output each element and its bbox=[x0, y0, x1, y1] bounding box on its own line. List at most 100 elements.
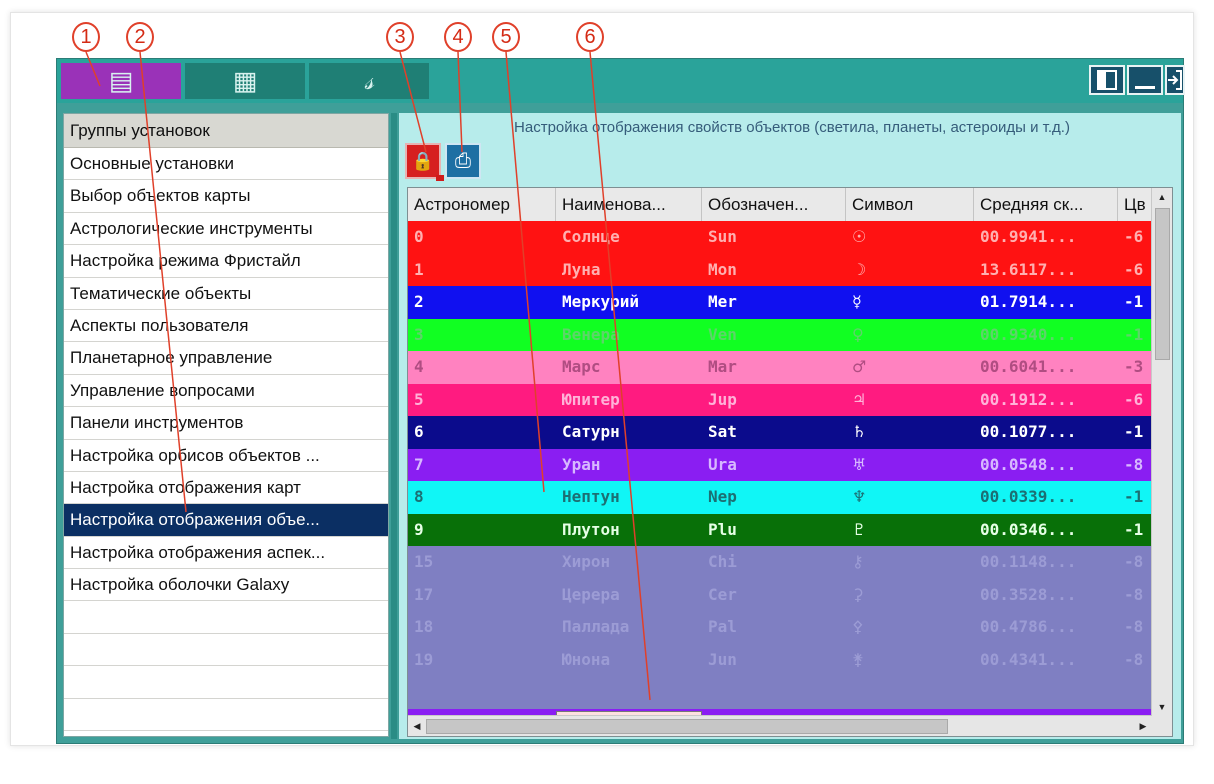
settings-group-item[interactable]: Панели инструментов bbox=[64, 407, 388, 440]
column-header[interactable]: Цв bbox=[1118, 188, 1152, 221]
table-row[interactable]: 0 Солнце Sun ☉ 00.9941... -6 bbox=[408, 221, 1152, 254]
settings-group-item[interactable]: Астрологические инструменты bbox=[64, 213, 388, 246]
table-cell: ♆ bbox=[852, 487, 867, 506]
panel-layout-button[interactable] bbox=[1089, 65, 1125, 95]
callout-1: 1 bbox=[72, 22, 100, 52]
table-cell: Plu bbox=[708, 519, 737, 539]
table-row[interactable]: 3 Венера Ven ♀ 00.9340... -1 bbox=[408, 318, 1152, 351]
lock-button[interactable]: 🔒 bbox=[405, 143, 444, 181]
column-header[interactable]: Астрономер bbox=[408, 188, 556, 221]
table-cell: ⚷ bbox=[852, 552, 864, 571]
table-cell: Jup bbox=[708, 389, 737, 409]
table-row[interactable]: 1 Луна Mon ☽ 13.6117... -6 bbox=[408, 253, 1152, 286]
scroll-right-icon[interactable]: ▶ bbox=[1134, 716, 1152, 736]
table-cell: -8 bbox=[1124, 552, 1144, 571]
save-icon: ⎙ bbox=[455, 150, 471, 172]
scroll-left-icon[interactable]: ◀ bbox=[408, 716, 426, 736]
tab-settings-groups[interactable]: ▤ bbox=[61, 63, 181, 99]
horizontal-scrollbar[interactable]: ◀ ▶ bbox=[408, 715, 1152, 736]
settings-group-item[interactable]: Основные установки bbox=[64, 148, 388, 181]
table-cell: -6 bbox=[1124, 259, 1144, 279]
table-row[interactable]: 2 Меркурий Mer ☿ 01.7914... -1 bbox=[408, 286, 1152, 319]
table-cell: Хирон bbox=[562, 552, 611, 571]
table-cell: Меркурий bbox=[562, 292, 640, 311]
table-cell: -1 bbox=[1124, 487, 1144, 506]
table-cell: -1 bbox=[1124, 422, 1144, 441]
column-header[interactable]: Средняя ск... bbox=[974, 188, 1118, 221]
table-cell: ♇ bbox=[852, 519, 867, 539]
settings-group-item[interactable]: Настройка режима Фристайл bbox=[64, 245, 388, 278]
table-row[interactable]: 17 Церера Cer ⚳ 00.3528... -8 bbox=[408, 578, 1152, 611]
scroll-corner bbox=[1152, 716, 1172, 736]
minimize-icon bbox=[1135, 86, 1155, 89]
table-cell: -6 bbox=[1124, 389, 1144, 409]
table-cell: 00.6041... bbox=[980, 357, 1077, 376]
tab-galaxy[interactable]: 𝓈 bbox=[309, 63, 429, 99]
table-row[interactable]: 7 Уран Ura ♅ 00.0548... -8 bbox=[408, 448, 1152, 481]
table-cell: ⚳ bbox=[852, 584, 864, 604]
table-row[interactable]: 8 Нептун Nep ♆ 00.0339... -1 bbox=[408, 481, 1152, 514]
settings-group-item[interactable]: Планетарное управление bbox=[64, 342, 388, 375]
table-cell: 00.1912... bbox=[980, 389, 1077, 409]
table-row[interactable]: 6 Сатурн Sat ♄ 00.1077... -1 bbox=[408, 416, 1152, 449]
table-cell: ♅ bbox=[852, 454, 867, 474]
table-row[interactable]: 18 Паллада Pal ⚴ 00.4786... -8 bbox=[408, 611, 1152, 644]
table-cell: Nep bbox=[708, 487, 737, 506]
settings-group-item[interactable]: Тематические объекты bbox=[64, 278, 388, 310]
table-cell: 7 bbox=[414, 454, 424, 474]
column-header[interactable]: Символ bbox=[846, 188, 974, 221]
settings-group-item[interactable]: Настройка оболочки Galaxy bbox=[64, 569, 388, 602]
exit-button[interactable] bbox=[1165, 65, 1185, 95]
table-cell: Mar bbox=[708, 357, 737, 376]
table-cell: Юнона bbox=[562, 649, 611, 669]
settings-group-item[interactable]: Выбор объектов карты bbox=[64, 180, 388, 213]
table-cell: 8 bbox=[414, 487, 424, 506]
settings-group-item[interactable]: Настройка отображения карт bbox=[64, 472, 388, 505]
exit-icon bbox=[1168, 70, 1182, 90]
table-cell: 4 bbox=[414, 357, 424, 376]
callout-6: 6 bbox=[576, 22, 604, 52]
table-cell: 13.6117... bbox=[980, 259, 1077, 279]
table-cell: 5 bbox=[414, 389, 424, 409]
table-icon: ▦ bbox=[232, 65, 258, 96]
table-cell: -8 bbox=[1124, 584, 1144, 604]
table-row[interactable] bbox=[408, 676, 1152, 709]
scroll-down-icon[interactable]: ▼ bbox=[1152, 698, 1172, 716]
tab-table[interactable]: ▦ bbox=[185, 63, 305, 99]
object-properties-panel: Настройка отображения свойств объектов (… bbox=[399, 113, 1181, 739]
table-cell: 15 bbox=[414, 552, 434, 571]
table-cell: 00.4341... bbox=[980, 649, 1077, 669]
panel-splitter[interactable] bbox=[391, 113, 397, 739]
table-cell: Церера bbox=[562, 584, 620, 604]
panel-title: Настройка отображения свойств объектов (… bbox=[514, 119, 1070, 136]
table-cell: Ura bbox=[708, 454, 737, 474]
table-cell bbox=[974, 676, 1118, 709]
table-cell: ♄ bbox=[852, 422, 867, 441]
scroll-up-icon[interactable]: ▲ bbox=[1152, 188, 1172, 206]
table-cell: 00.3528... bbox=[980, 584, 1077, 604]
table-row[interactable]: 5 Юпитер Jup ♃ 00.1912... -6 bbox=[408, 383, 1152, 416]
table-cell: -1 bbox=[1124, 292, 1144, 311]
objects-table: Астрономер Наименова... Обозначен... Символ… bbox=[407, 187, 1173, 737]
table-row[interactable]: 19 Юнона Jun ⚵ 00.4341... -8 bbox=[408, 643, 1152, 676]
table-cell: Ven bbox=[708, 324, 737, 344]
empty-list-row bbox=[64, 666, 388, 699]
settings-group-item[interactable]: Аспекты пользователя bbox=[64, 310, 388, 343]
table-row[interactable]: 15 Хирон Chi ⚷ 00.1148... -8 bbox=[408, 546, 1152, 579]
vertical-scrollbar[interactable]: ▲ ▼ bbox=[1151, 188, 1172, 716]
top-toolbar: ▤ ▦ 𝓈 bbox=[57, 59, 1185, 103]
settings-group-item[interactable]: Настройка отображения объе... bbox=[64, 504, 388, 537]
minimize-button[interactable] bbox=[1127, 65, 1163, 95]
column-header[interactable]: Наименова... bbox=[556, 188, 702, 221]
save-button[interactable]: ⎙ bbox=[445, 143, 481, 179]
table-cell: 17 bbox=[414, 584, 434, 604]
table-row[interactable]: 9 Плутон Plu ♇ 00.0346... -1 bbox=[408, 513, 1152, 546]
horizontal-scroll-thumb[interactable] bbox=[426, 719, 948, 734]
column-header[interactable]: Обозначен... bbox=[702, 188, 846, 221]
settings-group-item[interactable]: Настройка орбисов объектов ... bbox=[64, 440, 388, 472]
settings-group-item[interactable]: Настройка отображения аспек... bbox=[64, 537, 388, 570]
settings-group-item[interactable]: Управление вопросами bbox=[64, 375, 388, 408]
table-row[interactable]: 4 Марс Mar ♂ 00.6041... -3 bbox=[408, 351, 1152, 384]
table-cell: 00.1077... bbox=[980, 422, 1077, 441]
vertical-scroll-thumb[interactable] bbox=[1155, 208, 1170, 360]
